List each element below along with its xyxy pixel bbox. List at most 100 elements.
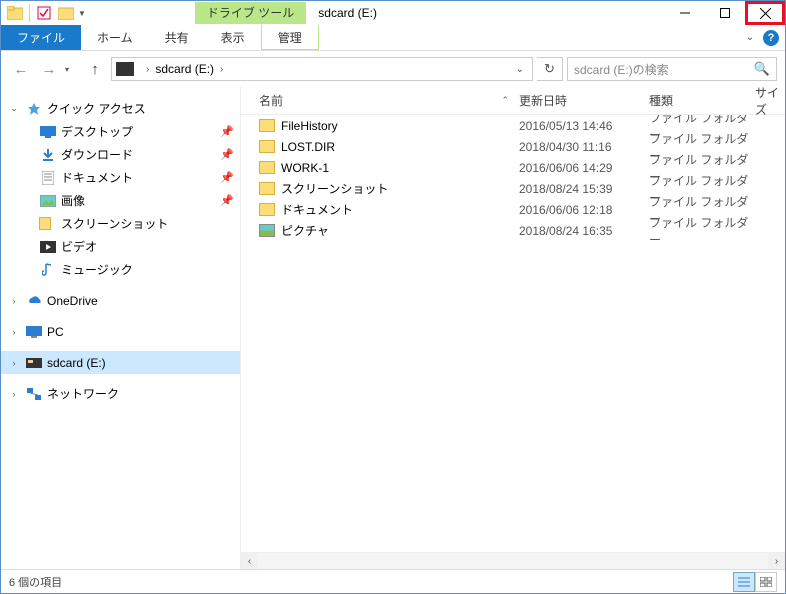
videos-icon bbox=[39, 239, 57, 255]
sort-indicator-icon: ⌃ bbox=[501, 95, 509, 106]
drive-icon bbox=[25, 355, 43, 371]
file-name-cell: スクリーンショット bbox=[259, 180, 519, 197]
downloads-icon bbox=[39, 147, 57, 163]
scroll-track[interactable] bbox=[258, 553, 768, 570]
expand-toggle[interactable]: ⌄ bbox=[7, 103, 21, 114]
column-headers: 名前 ⌃ 更新日時 種類 サイズ bbox=[241, 87, 785, 115]
ribbon-collapse-toggle[interactable]: ⌄ bbox=[739, 32, 761, 43]
navigation-tree: ⌄ クイック アクセス デスクトップ 📌 ダウンロード 📌 ドキュメント 📌 bbox=[1, 87, 241, 569]
qat-separator bbox=[29, 4, 30, 22]
refresh-button[interactable]: ↻ bbox=[537, 57, 563, 81]
sidebar-item-desktop[interactable]: デスクトップ 📌 bbox=[1, 120, 240, 143]
file-list-panel: 名前 ⌃ 更新日時 種類 サイズ FileHistory 2016/05/13 1… bbox=[241, 87, 785, 569]
file-name-cell: FileHistory bbox=[259, 119, 519, 133]
file-name-cell: LOST.DIR bbox=[259, 140, 519, 154]
breadcrumb-segment[interactable]: sdcard (E:) bbox=[155, 62, 214, 76]
explorer-app-icon bbox=[5, 3, 25, 23]
scroll-left-button[interactable]: ‹ bbox=[241, 553, 258, 570]
help-icon[interactable]: ? bbox=[763, 30, 779, 46]
breadcrumb-arrow[interactable]: › bbox=[214, 64, 229, 75]
tab-share[interactable]: 共有 bbox=[149, 25, 205, 50]
file-name-label: スクリーンショット bbox=[281, 180, 388, 197]
scroll-right-button[interactable]: › bbox=[768, 553, 785, 570]
sidebar-item-pc[interactable]: › PC bbox=[1, 320, 240, 343]
file-date-cell: 2018/08/24 16:35 bbox=[519, 224, 649, 238]
sidebar-item-pictures[interactable]: 画像 📌 bbox=[1, 189, 240, 212]
file-date-cell: 2016/06/06 12:18 bbox=[519, 203, 649, 217]
folder-icon bbox=[259, 119, 275, 132]
file-row[interactable]: ピクチャ2018/08/24 16:35ファイル フォルダー bbox=[241, 220, 785, 241]
tab-file[interactable]: ファイル bbox=[1, 25, 81, 50]
window-controls bbox=[665, 1, 785, 25]
nav-history-dropdown[interactable]: ▾ bbox=[65, 65, 79, 74]
file-name-label: LOST.DIR bbox=[281, 140, 335, 154]
file-name-cell: WORK-1 bbox=[259, 161, 519, 175]
file-name-cell: ドキュメント bbox=[259, 201, 519, 218]
quick-access-toolbar: ▼ bbox=[1, 3, 90, 23]
expand-toggle[interactable]: › bbox=[7, 296, 21, 306]
sidebar-item-onedrive[interactable]: › OneDrive bbox=[1, 289, 240, 312]
details-view-button[interactable] bbox=[733, 572, 755, 592]
qat-customize-dropdown[interactable]: ▼ bbox=[78, 9, 86, 18]
search-icon[interactable]: 🔍 bbox=[754, 61, 770, 77]
large-icons-view-button[interactable] bbox=[755, 572, 777, 592]
file-name-cell: ピクチャ bbox=[259, 222, 519, 239]
expand-toggle[interactable]: › bbox=[7, 389, 21, 399]
desktop-icon bbox=[39, 124, 57, 140]
column-header-type[interactable]: 種類 bbox=[649, 92, 755, 109]
expand-toggle[interactable]: › bbox=[7, 358, 21, 368]
sidebar-item-music[interactable]: ミュージック bbox=[1, 258, 240, 281]
expand-toggle[interactable]: › bbox=[7, 327, 21, 337]
minimize-button[interactable] bbox=[665, 1, 705, 25]
search-input[interactable]: sdcard (E:)の検索 🔍 bbox=[567, 57, 777, 81]
file-name-label: FileHistory bbox=[281, 119, 338, 133]
file-date-cell: 2016/05/13 14:46 bbox=[519, 119, 649, 133]
status-bar: 6 個の項目 bbox=[1, 569, 785, 593]
column-header-name[interactable]: 名前 ⌃ bbox=[259, 92, 519, 109]
body: ⌄ クイック アクセス デスクトップ 📌 ダウンロード 📌 ドキュメント 📌 bbox=[1, 87, 785, 569]
item-count-label: 6 個の項目 bbox=[9, 574, 62, 590]
address-bar[interactable]: › sdcard (E:) › ⌄ bbox=[111, 57, 533, 81]
tab-manage[interactable]: 管理 bbox=[261, 25, 319, 50]
sidebar-item-documents[interactable]: ドキュメント 📌 bbox=[1, 166, 240, 189]
sidebar-item-quick-access[interactable]: ⌄ クイック アクセス bbox=[1, 97, 240, 120]
folder-icon bbox=[259, 182, 275, 195]
close-button[interactable] bbox=[745, 1, 785, 25]
folder-icon bbox=[259, 161, 275, 174]
sidebar-item-downloads[interactable]: ダウンロード 📌 bbox=[1, 143, 240, 166]
drive-icon bbox=[116, 62, 134, 76]
pin-icon: 📌 bbox=[220, 171, 234, 184]
up-button[interactable]: ↑ bbox=[83, 57, 107, 81]
onedrive-icon bbox=[25, 293, 43, 309]
new-folder-icon[interactable] bbox=[56, 3, 76, 23]
sidebar-item-videos[interactable]: ビデオ bbox=[1, 235, 240, 258]
maximize-button[interactable] bbox=[705, 1, 745, 25]
sidebar-item-screenshots[interactable]: スクリーンショット bbox=[1, 212, 240, 235]
pin-icon: 📌 bbox=[220, 194, 234, 207]
file-rows: FileHistory2016/05/13 14:46ファイル フォルダーLOS… bbox=[241, 115, 785, 552]
address-dropdown[interactable]: ⌄ bbox=[512, 64, 528, 75]
breadcrumb-arrow[interactable]: › bbox=[140, 64, 155, 75]
column-header-date[interactable]: 更新日時 bbox=[519, 92, 649, 109]
forward-button[interactable]: → bbox=[37, 57, 61, 81]
properties-checkbox-icon[interactable] bbox=[34, 3, 54, 23]
folder-icon bbox=[259, 140, 275, 153]
column-header-size[interactable]: サイズ bbox=[755, 84, 785, 118]
sidebar-item-sdcard[interactable]: › sdcard (E:) bbox=[1, 351, 240, 374]
back-button[interactable]: ← bbox=[9, 57, 33, 81]
pin-icon: 📌 bbox=[220, 148, 234, 161]
music-icon bbox=[39, 262, 57, 278]
file-name-label: ドキュメント bbox=[281, 201, 353, 218]
sidebar-item-network[interactable]: › ネットワーク bbox=[1, 382, 240, 405]
tab-view[interactable]: 表示 bbox=[205, 25, 261, 50]
contextual-tab-label: ドライブ ツール bbox=[195, 2, 306, 24]
tab-home[interactable]: ホーム bbox=[81, 25, 149, 50]
view-mode-buttons bbox=[733, 572, 777, 592]
file-name-label: ピクチャ bbox=[281, 222, 329, 239]
titlebar: ▼ ドライブ ツール sdcard (E:) bbox=[1, 1, 785, 25]
pc-icon bbox=[25, 324, 43, 340]
horizontal-scrollbar[interactable]: ‹ › bbox=[241, 552, 785, 569]
file-date-cell: 2018/08/24 15:39 bbox=[519, 182, 649, 196]
file-date-cell: 2016/06/06 14:29 bbox=[519, 161, 649, 175]
documents-icon bbox=[39, 170, 57, 186]
